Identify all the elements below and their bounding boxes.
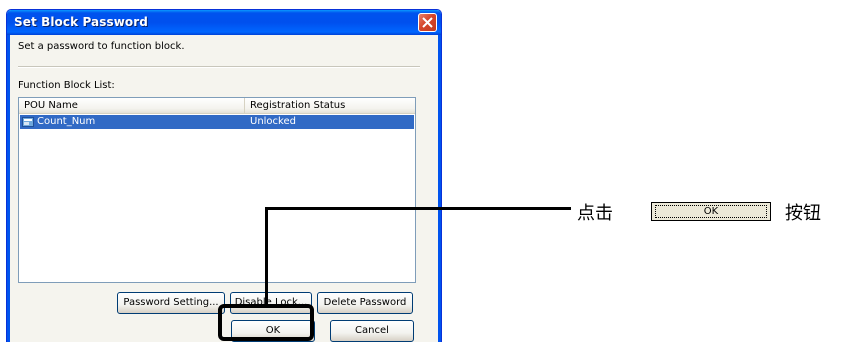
function-block-icon (22, 117, 34, 127)
cancel-button[interactable]: Cancel (330, 320, 414, 342)
ok-button-highlight (218, 304, 314, 341)
callout-prefix: 点击 (577, 203, 613, 224)
separator (18, 66, 420, 68)
registration-status-cell: Unlocked (250, 116, 296, 127)
delete-password-button[interactable]: Delete Password (317, 292, 413, 314)
password-setting-button[interactable]: Password Setting... (117, 292, 225, 314)
column-header-registration-status[interactable]: Registration Status (245, 98, 415, 114)
function-block-list-label: Function Block List: (18, 80, 115, 91)
callout-line-vertical (265, 207, 268, 304)
title-bar[interactable]: Set Block Password (7, 10, 441, 35)
close-icon (422, 17, 433, 28)
set-block-password-dialog: Set Block Password Set a password to fun… (6, 9, 442, 342)
function-block-list[interactable]: POU Name Registration Status Count_Num U… (18, 97, 416, 283)
callout-ok-label: OK (703, 206, 719, 217)
callout-ok-button-image: OK (651, 202, 771, 221)
list-row-count-num[interactable]: Count_Num Unlocked (20, 115, 414, 129)
callout-line-horizontal (265, 207, 571, 210)
list-header: POU Name Registration Status (19, 98, 415, 114)
callout-suffix: 按钮 (785, 203, 821, 224)
prompt-text: Set a password to function block. (18, 41, 185, 52)
column-header-pou-name[interactable]: POU Name (19, 98, 245, 114)
close-button[interactable] (418, 13, 437, 32)
pou-name-cell: Count_Num (37, 116, 96, 127)
dialog-title: Set Block Password (14, 15, 148, 29)
